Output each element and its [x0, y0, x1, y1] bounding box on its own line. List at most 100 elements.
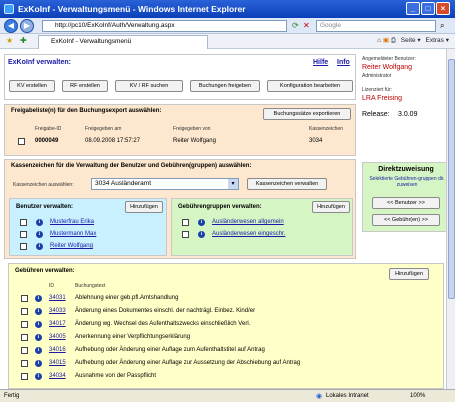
window-titlebar: ExKoInf - Verwaltungsmenü - Windows Inte…: [0, 0, 455, 18]
gruppen-title: Gebührengruppen verwalten:: [178, 204, 262, 210]
gebuehr-checkbox[interactable]: [21, 308, 28, 315]
kv-erstellen-button[interactable]: KV erstellen: [9, 80, 55, 92]
info-icon[interactable]: i: [36, 219, 43, 226]
benutzer-add-button[interactable]: Hinzufügen: [125, 201, 163, 213]
freigabe-checkbox[interactable]: [18, 138, 25, 145]
rf-erstellen-button[interactable]: RF erstellen: [62, 80, 108, 92]
gebuehr-id-link[interactable]: 34033: [49, 308, 66, 314]
header-panel: ExKoInf verwalten: Hilfe Info KV erstell…: [4, 54, 356, 100]
export-button[interactable]: Buchungssätze exportieren: [263, 108, 351, 120]
maximize-button[interactable]: □: [421, 2, 435, 15]
add-favorites-icon[interactable]: ✚: [20, 36, 27, 45]
status-text: Fertig: [4, 393, 20, 399]
search-icon[interactable]: ⌕: [440, 21, 444, 31]
print-icon[interactable]: ⎙: [391, 37, 396, 44]
benutzer-checkbox[interactable]: [20, 231, 27, 238]
direkt-gebuehren-button[interactable]: << Gebühr(en) >>: [372, 214, 440, 226]
tab-active[interactable]: ExKoInf - Verwaltungsmenü: [38, 35, 208, 49]
stop-icon[interactable]: ✕: [303, 21, 310, 30]
gebuehr-id-link[interactable]: 34005: [49, 334, 66, 340]
gebuehr-text: Ausnahme von der Passpflicht: [75, 373, 157, 379]
freigabe-date: 08.09.2008 17:57:27: [85, 138, 141, 144]
info-icon[interactable]: i: [36, 243, 43, 250]
chevron-down-icon[interactable]: ▾: [228, 179, 238, 189]
url-input[interactable]: http://pc10/ExKoInf/Auth/Verwaltung.aspx: [42, 20, 287, 32]
search-input[interactable]: Google: [316, 20, 436, 32]
gruppe-checkbox[interactable]: [182, 231, 189, 238]
gebuehr-id-link[interactable]: 34015: [49, 360, 66, 366]
col-freigegeben-von: Freigegeben von: [173, 126, 211, 132]
tools-menu[interactable]: Extras: [426, 37, 444, 44]
help-link[interactable]: Hilfe: [313, 59, 328, 66]
home-icon[interactable]: ⌂: [377, 37, 381, 44]
vertical-scrollbar[interactable]: [446, 49, 455, 389]
benutzer-link[interactable]: Reiter Wolfgang: [50, 243, 93, 249]
page-menu[interactable]: Seite: [401, 37, 416, 44]
scrollbar-thumb[interactable]: [448, 59, 455, 299]
intranet-icon: ◉: [316, 393, 323, 400]
close-button[interactable]: ×: [436, 2, 450, 15]
col-buchungstext: Buchungstext: [75, 283, 106, 289]
benutzer-checkbox[interactable]: [20, 243, 27, 250]
gruppe-checkbox[interactable]: [182, 219, 189, 226]
info-icon[interactable]: i: [198, 219, 205, 226]
info-icon[interactable]: i: [36, 231, 43, 238]
direktzuweisung-panel: Direktzuweisung Selektierte Gebühren-gru…: [362, 162, 450, 232]
info-icon[interactable]: i: [35, 308, 42, 315]
gebuehren-panel: Gebühren verwalten: Hinzufügen ID Buchun…: [8, 263, 444, 389]
info-icon[interactable]: i: [198, 231, 205, 238]
gebuehr-checkbox[interactable]: [21, 334, 28, 341]
zoom-level[interactable]: 100%: [410, 393, 425, 399]
info-icon[interactable]: i: [35, 295, 42, 302]
gebuehr-checkbox[interactable]: [21, 360, 28, 367]
info-icon[interactable]: i: [35, 360, 42, 367]
kassen-verwalten-button[interactable]: Kassenzeichen verwalten: [247, 178, 327, 190]
gebuehr-checkbox[interactable]: [21, 321, 28, 328]
benutzer-link[interactable]: Mustermann Max: [50, 231, 96, 237]
benutzer-checkbox[interactable]: [20, 219, 27, 226]
benutzer-panel: Benutzer verwalten: Hinzufügen i Musterf…: [9, 198, 167, 256]
user-name: Reiter Wolfgang: [362, 64, 413, 71]
gruppe-link[interactable]: Ausländerwesen allgemein: [212, 219, 284, 225]
tab-bar: ★ ✚ ExKoInf - Verwaltungsmenü ⌂ ▣ ⎙ Seit…: [0, 34, 455, 49]
info-icon[interactable]: i: [35, 373, 42, 380]
gebuehr-id-link[interactable]: 34016: [49, 347, 66, 353]
kassen-select[interactable]: 3034 Ausländeramt ▾: [91, 178, 239, 190]
gruppen-panel: Gebührengruppen verwalten: Hinzufügen i …: [171, 198, 353, 256]
refresh-icon[interactable]: ⟳: [292, 21, 299, 30]
direkt-title: Direktzuweisung: [378, 166, 434, 173]
info-link[interactable]: Info: [337, 59, 350, 66]
benutzer-title: Benutzer verwalten:: [16, 204, 74, 210]
gruppen-add-button[interactable]: Hinzufügen: [312, 201, 350, 213]
release-label: Release:: [362, 111, 390, 118]
benutzer-link[interactable]: Musterfrau Erika: [50, 219, 94, 225]
address-bar: ◀ ▶ http://pc10/ExKoInf/Auth/Verwaltung.…: [0, 18, 455, 34]
direkt-benutzer-button[interactable]: << Benutzer >>: [372, 197, 440, 209]
info-icon[interactable]: i: [35, 334, 42, 341]
gebuehr-checkbox[interactable]: [21, 373, 28, 380]
status-bar: Fertig ◉ Lokales Intranet 100%: [0, 389, 455, 402]
gebuehr-checkbox[interactable]: [21, 347, 28, 354]
direkt-subtitle: Selektierte Gebühren-gruppen dir. zuweis…: [369, 176, 445, 188]
kv-rf-suchen-button[interactable]: KV / RF suchen: [115, 80, 183, 92]
gebuehr-id-link[interactable]: 34017: [49, 321, 66, 327]
back-icon[interactable]: ◀: [4, 19, 18, 33]
konfiguration-button[interactable]: Konfiguration bearbeiten: [267, 80, 353, 92]
gebuehr-id-link[interactable]: 34031: [49, 295, 66, 301]
buchungen-freigeben-button[interactable]: Buchungen freigeben: [190, 80, 260, 92]
forward-icon[interactable]: ▶: [20, 19, 34, 33]
info-icon[interactable]: i: [35, 321, 42, 328]
gebuehr-id-link[interactable]: 34034: [49, 373, 66, 379]
gebuehr-text: Aufhebung oder Änderung einer Auflage zu…: [75, 347, 265, 353]
ie-app-icon: [4, 4, 14, 14]
gruppe-link[interactable]: Ausländerwesen eingeschr.: [212, 231, 285, 237]
info-icon[interactable]: i: [35, 347, 42, 354]
gebuehr-checkbox[interactable]: [21, 295, 28, 302]
gebuehr-text: Änderung eines Dokumentes einschl. der n…: [75, 308, 256, 314]
feeds-icon[interactable]: ▣: [383, 37, 389, 44]
minimize-button[interactable]: _: [406, 2, 420, 15]
licensee: LRA Freising: [362, 95, 403, 102]
favorites-star-icon[interactable]: ★: [6, 36, 13, 45]
gebuehren-add-button[interactable]: Hinzufügen: [389, 268, 429, 280]
freigabe-by: Reiter Wolfgang: [173, 138, 216, 144]
